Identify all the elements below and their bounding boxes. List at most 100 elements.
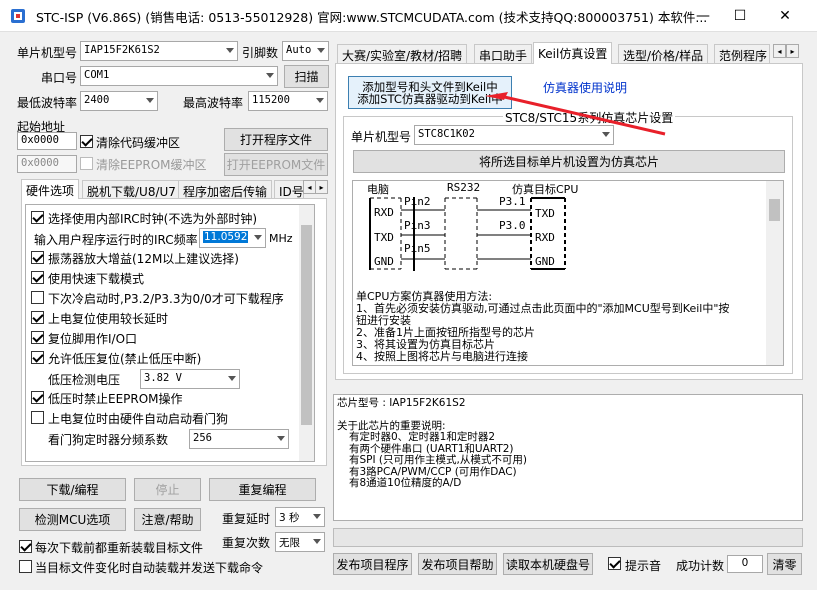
reload-each-label: 每次下载前都重新装载目标文件 — [35, 541, 204, 555]
chevron-down-icon — [266, 73, 274, 78]
success-count-value: 0 — [727, 555, 763, 573]
option-lv-eeprom-checkbox[interactable] — [31, 391, 44, 404]
open-program-button[interactable]: 打开程序文件 — [224, 128, 328, 151]
option-watchdog-checkbox[interactable] — [31, 411, 44, 424]
option-fast-download-checkbox[interactable] — [31, 271, 44, 284]
option-cold-start-checkbox[interactable] — [31, 291, 44, 304]
chip-info-textbox[interactable]: 芯片型号 : IAP15F2K61S2 关于此芯片的重要说明: 有定时器0、定时… — [333, 394, 803, 521]
mcu-type-select[interactable]: IAP15F2K61S2 — [80, 41, 238, 61]
tab-contest[interactable]: 大赛/实验室/教材/招聘 — [337, 44, 468, 64]
option-lvd-voltage-label: 低压检测电压 — [48, 373, 121, 387]
min-baud-select[interactable]: 2400 — [80, 91, 158, 111]
min-baud-label: 最低波特率 — [17, 96, 78, 110]
help-button[interactable]: 注意/帮助 — [134, 508, 201, 531]
clear-count-button[interactable]: 清零 — [767, 553, 802, 575]
option-long-delay-checkbox[interactable] — [31, 311, 44, 324]
option-cold-start-label: 下次冷启动时,P3.2/P3.3为0/0才可下载程序 — [48, 292, 284, 306]
sound-checkbox[interactable] — [608, 557, 621, 570]
close-button[interactable]: ✕ — [762, 0, 808, 32]
auto-reload-checkbox[interactable] — [19, 560, 32, 573]
diagram-pc-gnd: GND — [374, 255, 394, 268]
publish-project-button[interactable]: 发布项目程序 — [333, 553, 412, 575]
chevron-down-icon — [277, 436, 285, 441]
clear-code-checkbox[interactable] — [80, 135, 93, 148]
diagram-target-txd: TXD — [535, 207, 555, 220]
stop-button[interactable]: 停止 — [134, 478, 201, 501]
detect-mcu-button[interactable]: 检测MCU选项 — [19, 508, 126, 531]
scan-button[interactable]: 扫描 — [284, 65, 329, 88]
option-reset-io-checkbox[interactable] — [31, 331, 44, 344]
option-internal-irc-label: 选择使用内部IRC时钟(不选为外部时钟) — [48, 212, 258, 226]
max-baud-select[interactable]: 115200 — [248, 91, 328, 111]
tab-id-number[interactable]: ID号 — [274, 180, 304, 200]
window-title: STC-ISP (V6.86S) (销售电话: 0513-55012928) 官… — [36, 10, 708, 25]
max-baud-label: 最高波特率 — [183, 96, 244, 110]
add-to-keil-line1: 添加型号和头文件到Keil中 — [362, 79, 498, 94]
mcu-type-value: IAP15F2K61S2 — [84, 44, 160, 56]
tab-serial-assistant[interactable]: 串口助手 — [474, 44, 533, 64]
diagram-rs232-label: RS232 — [447, 181, 481, 194]
tab-examples[interactable]: 范例程序 — [714, 44, 770, 64]
close-icon: ✕ — [779, 8, 791, 24]
option-long-delay-label: 上电复位使用较长延时 — [48, 312, 169, 326]
tab-keil-settings[interactable]: Keil仿真设置 — [533, 42, 613, 64]
option-osc-gain-checkbox[interactable] — [31, 251, 44, 264]
publish-help-button[interactable]: 发布项目帮助 — [418, 553, 497, 575]
tab-encrypted-transfer[interactable]: 程序加密后传输 — [178, 180, 273, 200]
diagram-scroll-thumb[interactable] — [769, 199, 780, 221]
repeat-delay-select[interactable]: 3 秒 — [275, 507, 325, 527]
com-port-select[interactable]: COM1 — [80, 66, 278, 86]
success-count-label: 成功计数 — [676, 559, 725, 573]
right-tab-scroll-right-button[interactable]: ▸ — [786, 44, 799, 58]
min-baud-value: 2400 — [84, 94, 110, 106]
diagram-pin5: Pin5 — [404, 242, 431, 255]
diagram-target-rxd: RXD — [535, 231, 555, 244]
read-disk-id-button[interactable]: 读取本机硬盘号 — [503, 553, 593, 575]
repeat-count-select[interactable]: 无限 — [275, 532, 325, 552]
app-icon — [11, 9, 25, 23]
chevron-down-icon — [146, 98, 154, 103]
tab-offline-download[interactable]: 脱机下载/U8/U7 — [82, 180, 181, 200]
pin-count-value: Auto — [286, 44, 312, 56]
instruction-line: 4、按照上图将芯片与电脑进行连接 — [356, 350, 528, 363]
tab-selection-price[interactable]: 选型/价格/样品 — [618, 44, 709, 64]
diagram-p30: P3.0 — [499, 219, 526, 232]
download-program-button[interactable]: 下载/编程 — [19, 478, 126, 501]
option-low-voltage-reset-label: 允许低压复位(禁止低压中断) — [48, 352, 202, 366]
clear-eeprom-label: 清除EEPROM缓冲区 — [96, 158, 207, 172]
set-emulator-chip-button[interactable]: 将所选目标单片机设置为仿真芯片 — [353, 150, 785, 173]
auto-reload-label: 当目标文件变化时自动装载并发送下载命令 — [35, 561, 264, 575]
open-eeprom-button[interactable]: 打开EEPROM文件 — [224, 153, 328, 176]
emu-mcu-label: 单片机型号 — [351, 130, 412, 144]
option-osc-gain-label: 振荡器放大增益(12M以上建议选择) — [48, 252, 239, 266]
diagram-pc-rxd: RXD — [374, 206, 394, 219]
options-scrollbar[interactable] — [299, 205, 314, 461]
pin-count-select[interactable]: Auto — [282, 41, 329, 61]
irc-frequency-select[interactable]: 11.0592 — [199, 228, 266, 248]
diagram-p31: P3.1 — [499, 195, 526, 208]
option-low-voltage-reset-checkbox[interactable] — [31, 351, 44, 364]
maximize-button[interactable]: ☐ — [717, 0, 763, 32]
eeprom-address-input[interactable]: 0x0000 — [17, 155, 77, 173]
reload-each-checkbox[interactable] — [19, 540, 32, 553]
max-baud-value: 115200 — [252, 94, 290, 106]
diagram-pc-txd: TXD — [374, 231, 394, 244]
chevron-down-icon — [317, 48, 325, 53]
lvd-voltage-select[interactable]: 3.82 V — [140, 369, 240, 389]
tab-scroll-right-button[interactable]: ▸ — [315, 180, 328, 194]
option-internal-irc-checkbox[interactable] — [31, 211, 44, 224]
sound-label: 提示音 — [625, 559, 662, 573]
clear-eeprom-checkbox[interactable] — [80, 157, 93, 170]
right-tab-scroll-left-button[interactable]: ◂ — [773, 44, 786, 58]
wdt-prescaler-select[interactable]: 256 — [189, 429, 289, 449]
mcu-type-label: 单片机型号 — [17, 46, 78, 60]
info-line: 有定时器0、定时器1和定时器2 — [349, 431, 496, 443]
scrollbar-thumb[interactable] — [301, 225, 312, 425]
repeat-program-button[interactable]: 重复编程 — [209, 478, 316, 501]
chevron-down-icon — [313, 514, 321, 519]
chevron-down-icon — [316, 98, 324, 103]
diagram-scrollbar[interactable] — [766, 181, 783, 365]
code-address-input[interactable]: 0x0000 — [17, 132, 77, 150]
option-watchdog-label: 上电复位时由硬件自动启动看门狗 — [48, 412, 229, 426]
tab-hardware-options[interactable]: 硬件选项 — [21, 179, 80, 199]
